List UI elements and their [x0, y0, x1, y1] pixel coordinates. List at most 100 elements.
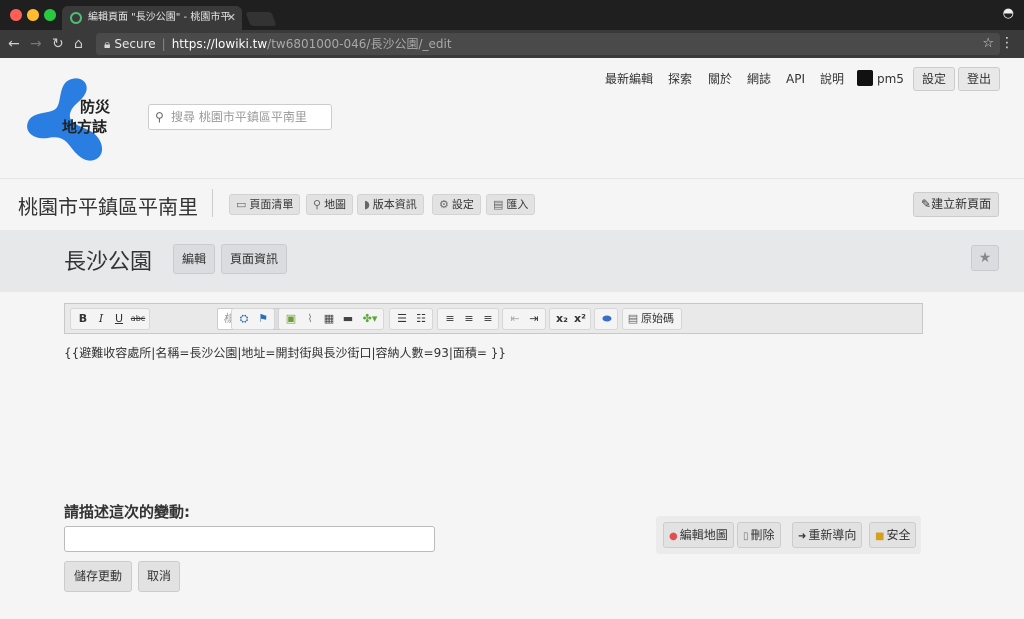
- script-group: x₂ x²: [549, 308, 591, 330]
- forward-icon[interactable]: →: [30, 35, 42, 53]
- delete-button[interactable]: ▯ 刪除: [737, 522, 781, 548]
- link-group: ⛭ ⚑: [231, 308, 275, 330]
- site-header: 防災 地方誌 ⚲ 搜尋 桃園市平鎮區平南里 最新編輯 探索 關於 網誌 API …: [0, 58, 1024, 178]
- edit-button[interactable]: 編輯: [173, 244, 216, 274]
- summary-input[interactable]: [64, 526, 435, 552]
- underline-icon[interactable]: U: [111, 309, 127, 329]
- attachment-icon[interactable]: ⌇: [301, 309, 319, 329]
- follow-star-icon[interactable]: ★: [971, 245, 999, 271]
- reload-icon[interactable]: ↻: [52, 35, 64, 53]
- logo-line2: 地方誌: [62, 118, 108, 136]
- gear-icon: ⚙: [439, 198, 449, 211]
- outdent-icon[interactable]: ⇤: [506, 309, 524, 329]
- search-input[interactable]: ⚲ 搜尋 桃園市平鎮區平南里: [148, 104, 332, 130]
- map-button[interactable]: ⚲ 地圖: [306, 194, 354, 215]
- bullet-list-icon[interactable]: ☷: [412, 309, 430, 329]
- plugin-icon[interactable]: ✤▾: [358, 309, 382, 329]
- nav-blog[interactable]: 網誌: [747, 71, 771, 87]
- incognito-icon: ◓: [1002, 6, 1014, 21]
- editor-content[interactable]: {{避難收容處所|名稱=長沙公園|地址=開封街與長沙街口|容納人數=93|面積=…: [64, 344, 923, 484]
- new-page-label: 建立新頁面: [931, 197, 992, 211]
- map-pin-icon: ⚲: [313, 198, 322, 211]
- import-label: 匯入: [506, 198, 529, 211]
- region-title[interactable]: 桃園市平鎮區平南里: [18, 191, 198, 220]
- nav-about[interactable]: 關於: [708, 71, 732, 87]
- rss-icon: ◗: [364, 198, 370, 211]
- indent-icon[interactable]: ⇥: [525, 309, 543, 329]
- source-group[interactable]: ▤ 原始碼: [622, 308, 682, 330]
- image-icon[interactable]: ▣: [282, 309, 300, 329]
- subscript-icon[interactable]: x₂: [553, 309, 571, 329]
- browser-menu-icon[interactable]: ⋮: [1000, 35, 1014, 51]
- changes-button[interactable]: ◗ 版本資訊: [357, 194, 424, 215]
- redirect-icon: ➜: [798, 531, 807, 542]
- page-list-label: 頁面清單: [249, 198, 294, 211]
- user-name-link[interactable]: pm5: [877, 71, 904, 87]
- page-info-button[interactable]: 頁面資訊: [221, 244, 288, 274]
- security-button[interactable]: ■ 安全: [869, 522, 917, 548]
- page-title: 長沙公園: [64, 250, 153, 275]
- bold-icon[interactable]: B: [75, 309, 91, 329]
- superscript-icon[interactable]: x²: [571, 309, 589, 329]
- nav-api[interactable]: API: [786, 71, 805, 87]
- map-label: 地圖: [324, 198, 347, 211]
- region-settings-button[interactable]: ⚙ 設定: [432, 194, 481, 215]
- close-window-icon[interactable]: [10, 9, 22, 21]
- settings-button[interactable]: 設定: [913, 67, 956, 91]
- nav-explore[interactable]: 探索: [668, 71, 692, 87]
- address-bar[interactable]: 🔒︎ Secure | https://lowiki.tw/tw6801000-046…: [96, 33, 1000, 55]
- avatar[interactable]: [857, 70, 873, 86]
- logout-button[interactable]: 登出: [958, 67, 1001, 91]
- page-list-button[interactable]: ▭ 頁面清單: [229, 194, 301, 215]
- bus-icon: ▭: [236, 198, 247, 211]
- back-icon[interactable]: ←: [8, 35, 20, 53]
- page-header: 長沙公園 編輯 頁面資訊 ★: [0, 230, 1024, 292]
- search-placeholder: 搜尋 桃園市平鎮區平南里: [171, 110, 307, 124]
- strikethrough-icon[interactable]: abc: [129, 309, 147, 329]
- lock-icon: 🔒︎: [104, 37, 111, 51]
- nav-recent-edits[interactable]: 最新編輯: [605, 71, 653, 87]
- site-logo[interactable]: 防災 地方誌: [24, 74, 124, 164]
- map-pin-icon: ●: [669, 531, 678, 542]
- horizontal-rule-icon[interactable]: ▬: [339, 309, 357, 329]
- ordered-list-icon[interactable]: ☰: [393, 309, 411, 329]
- url-separator: |: [161, 37, 166, 51]
- close-tab-icon[interactable]: ✕: [227, 6, 236, 30]
- table-insert-icon[interactable]: ▦: [320, 309, 338, 329]
- redirect-button[interactable]: ➜ 重新導向: [792, 522, 863, 548]
- url-path: /tw6801000-046/長沙公園/_edit: [267, 37, 452, 51]
- clear-group: ⬬: [594, 308, 618, 330]
- new-page-button[interactable]: ✎建立新頁面: [913, 192, 1000, 217]
- minimize-window-icon[interactable]: [27, 9, 39, 21]
- delete-label: 刪除: [750, 528, 775, 542]
- align-center-icon[interactable]: ≡: [460, 309, 478, 329]
- format-group: B I U abc: [70, 308, 150, 330]
- source-button[interactable]: 原始碼: [641, 309, 681, 329]
- changes-label: 版本資訊: [372, 198, 417, 211]
- align-right-icon[interactable]: ≡: [479, 309, 497, 329]
- maximize-window-icon[interactable]: [44, 9, 56, 21]
- summary-label: 請描述這次的變動:: [64, 503, 190, 521]
- eraser-icon[interactable]: ⬬: [598, 309, 616, 329]
- edit-map-button[interactable]: ● 編輯地圖: [663, 522, 734, 548]
- align-left-icon[interactable]: ≡: [441, 309, 459, 329]
- cancel-button[interactable]: 取消: [138, 561, 181, 592]
- browser-toolbar: ← → ↻ ⌂ 🔒︎ Secure | https://lowiki.tw/tw680…: [0, 30, 1024, 58]
- home-icon[interactable]: ⌂: [74, 35, 83, 53]
- new-tab-button[interactable]: [245, 12, 277, 26]
- browser-tab[interactable]: 編輯頁面 "長沙公園" - 桃園市平 ✕: [62, 6, 242, 30]
- link-icon[interactable]: ⛭: [235, 309, 253, 329]
- import-button[interactable]: ▤ 匯入: [486, 194, 536, 215]
- nav-help[interactable]: 說明: [820, 71, 844, 87]
- italic-icon[interactable]: I: [93, 309, 109, 329]
- url-host: https://lowiki.tw: [171, 37, 268, 51]
- flag-icon[interactable]: ⚑: [254, 309, 272, 329]
- trash-icon: ▯: [743, 531, 749, 542]
- align-group: ≡ ≡ ≡: [437, 308, 499, 330]
- save-button[interactable]: 儲存更動: [64, 561, 133, 592]
- editor-toolbar: B I U abc 樣式 ▼ ⛭ ⚑ ▣ ⌇ ▦ ▬ ✤▾ ☰ ☷ ≡ ≡ ≡: [64, 303, 923, 334]
- source-icon: ▤: [627, 312, 639, 325]
- search-icon: ⚲: [155, 110, 164, 124]
- tab-title: 編輯頁面 "長沙公園" - 桃園市平: [88, 12, 231, 23]
- bookmark-star-icon[interactable]: ☆: [982, 33, 994, 55]
